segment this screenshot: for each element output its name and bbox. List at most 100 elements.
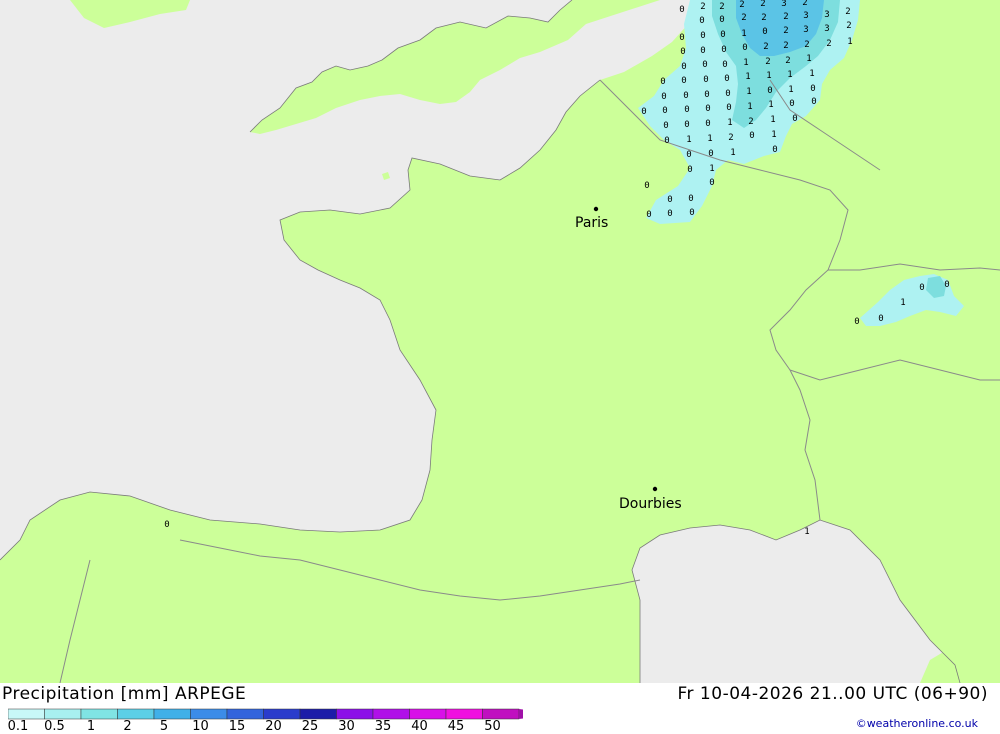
precip-value: 2 [802,0,807,8]
precip-value: 0 [699,16,704,26]
precip-value: 1 [804,527,809,537]
precip-value: 3 [803,11,808,21]
precip-value: 0 [688,194,693,204]
precip-value: 0 [811,97,816,107]
precip-value: 0 [772,145,777,155]
scale-label: 0.1 [7,719,29,734]
scale-swatch [117,708,155,720]
precip-value: 3 [824,10,829,20]
scale-label: 40 [411,719,428,734]
precip-value: 1 [743,58,748,68]
precip-value: 0 [700,46,705,56]
precip-value: 0 [721,45,726,55]
precip-value: 1 [788,85,793,95]
precip-value: 2 [719,2,724,12]
precip-value: 0 [709,178,714,188]
precip-value: 2 [763,42,768,52]
precip-value: 1 [747,102,752,112]
precip-value: 0 [705,104,710,114]
precip-value: 2 [846,21,851,31]
city-marker-paris [593,206,599,212]
precip-value: 0 [792,114,797,124]
scale-label: 30 [338,719,355,734]
precip-value: 2 [826,39,831,49]
scale-label: 25 [301,719,319,734]
scale-swatch [336,708,374,720]
precip-value: 0 [663,121,668,131]
precip-value: 0 [720,30,725,40]
precip-value: 1 [766,71,771,81]
product-title: Precipitation [mm] ARPEGE [2,684,247,704]
precip-value: 0 [810,84,815,94]
precip-value: 2 [728,133,733,143]
precip-value: 0 [660,77,665,87]
precip-value: 2 [765,57,770,67]
precip-value: 1 [787,70,792,80]
precip-value: 0 [667,209,672,219]
precip-value: 0 [681,62,686,72]
precip-value: 2 [739,0,744,10]
scale-label: 5 [159,719,169,734]
precip-value: 0 [789,99,794,109]
precip-value: 2 [783,41,788,51]
map-canvas: 0 2 2 2 2 3 2 0 0 2 2 2 3 3 2 0 0 0 1 0 2 3 3 2 0 0 0 0 2 2 2 2 1 0 0 0 1 2 2 1… [0,0,1000,683]
precip-value: 2 [760,0,765,9]
precip-value: 3 [803,25,808,35]
scale-swatch [44,708,82,720]
precip-value: 0 [644,181,649,191]
scale-label: 15 [228,719,246,734]
precip-value: 0 [661,92,666,102]
scale-swatch [482,708,520,720]
city-label-paris: Paris [575,215,608,231]
scale-swatch [409,708,447,720]
precip-value: 2 [783,26,788,36]
precip-value: 1 [746,87,751,97]
precip-value: 0 [684,120,689,130]
map-footer: Precipitation [mm] ARPEGE Fr 10-04-2026 … [0,683,1000,734]
precip-value: 1 [771,130,776,140]
precip-value: 0 [681,76,686,86]
scale-swatch [8,708,45,720]
precip-value: 0 [944,280,949,290]
precip-value: 0 [683,91,688,101]
precip-value: 1 [709,164,714,174]
precipitation-map[interactable]: 0 2 2 2 2 3 2 0 0 2 2 2 3 3 2 0 0 0 1 0 2 3 3 2 0 0 0 0 2 2 2 2 1 0 0 0 1 2 2 1… [0,0,1000,683]
credit-link[interactable]: ©weatheronline.co.uk [856,717,978,730]
precip-value: 1 [770,115,775,125]
scale-label: 2 [123,719,132,734]
precip-value: 2 [748,117,753,127]
color-scale-labels: 0.1 0.5 1 2 5 10 15 20 25 30 35 40 45 50 [0,719,520,734]
precip-value: 2 [700,2,705,12]
precip-value: 1 [768,100,773,110]
precip-value: 0 [878,314,883,324]
precip-value: 0 [725,89,730,99]
precip-value: 1 [806,54,811,64]
precip-value: 3 [781,0,786,9]
precip-value: 0 [767,86,772,96]
scale-label: 35 [374,719,392,734]
precip-value: 2 [845,7,850,17]
precip-value: 1 [707,134,712,144]
scale-swatch [80,708,118,720]
scale-label: 1 [86,719,96,734]
scale-swatch [445,708,483,720]
scale-swatch [263,708,301,720]
precip-value: 1 [900,298,905,308]
precip-value: 0 [705,119,710,129]
precip-value: 0 [702,60,707,70]
precip-value: 3 [824,24,829,34]
scale-arrow [519,709,523,719]
precip-value: 0 [700,31,705,41]
precip-value: 0 [680,47,685,57]
precip-value: 1 [809,69,814,79]
precip-value: 2 [783,12,788,22]
precip-value: 0 [679,5,684,15]
scale-swatch [299,708,337,720]
precip-value: 2 [804,40,809,50]
scale-label: 10 [192,719,209,734]
scale-swatch [153,708,191,720]
precip-value: 0 [719,15,724,25]
precip-value: 2 [761,13,766,23]
precip-value: 0 [667,195,672,205]
precip-value: 0 [664,136,669,146]
